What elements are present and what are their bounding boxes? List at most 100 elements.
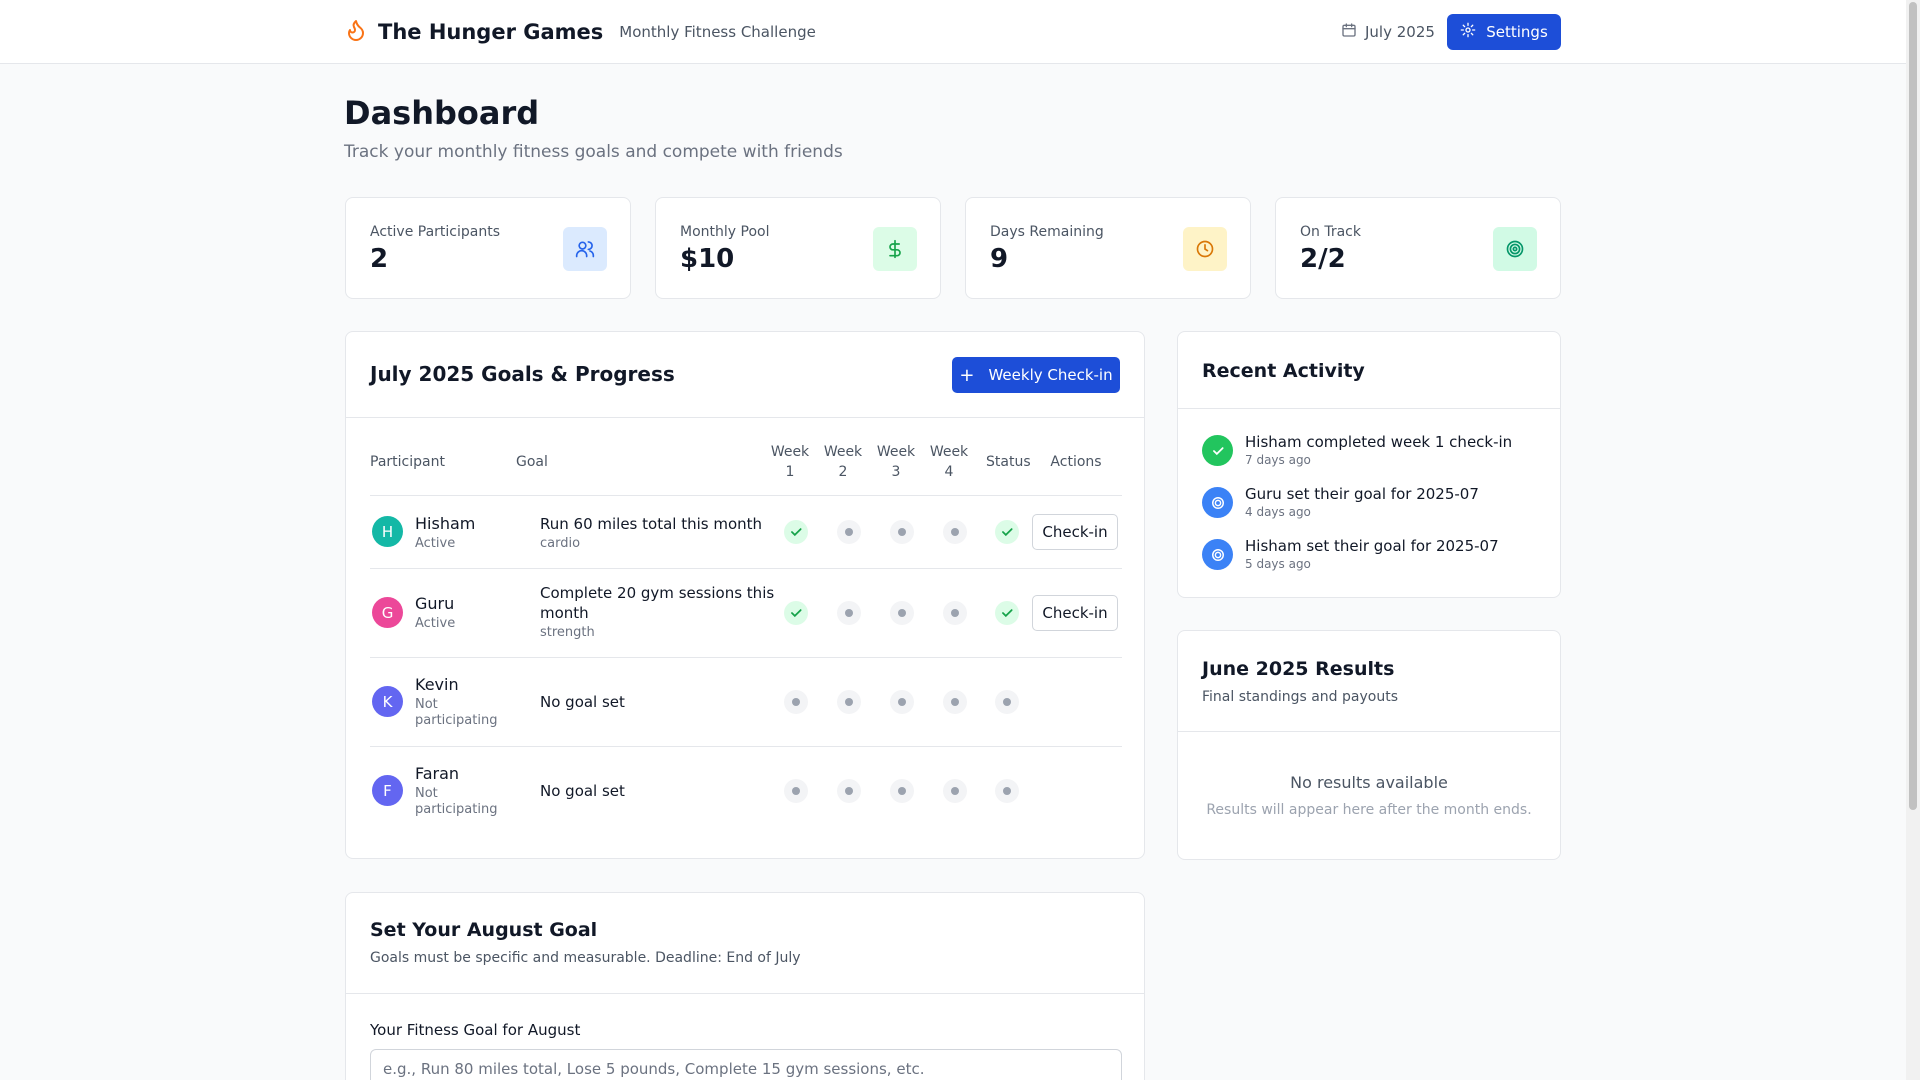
activity-text: Hisham completed week 1 check-in	[1245, 433, 1513, 451]
week-3-pending-icon	[890, 690, 914, 714]
participant-status: Not participating	[415, 786, 498, 817]
list-item: Hisham set their goal for 2025-07 5 days…	[1202, 537, 1542, 577]
week-1-check-icon	[784, 601, 808, 625]
avatar: G	[372, 597, 403, 628]
col-week-3: Week 3	[876, 444, 916, 480]
participant-name: Guru	[415, 594, 455, 613]
list-item: Guru set their goal for 2025-07 4 days a…	[1202, 485, 1542, 525]
activity-title: Recent Activity	[1202, 360, 1365, 382]
stat-label: Days Remaining	[990, 224, 1104, 240]
col-status: Status	[986, 454, 1031, 470]
participant-name: Kevin	[415, 675, 459, 694]
table-row: H Hisham Active Run 60 miles total this …	[370, 495, 1122, 568]
target-icon	[1202, 539, 1233, 570]
col-actions: Actions	[1050, 454, 1102, 470]
flame-icon	[344, 18, 368, 46]
table-row: F Faran Not participating No goal set	[370, 746, 1122, 835]
results-empty-subtitle: Results will appear here after the month…	[1206, 802, 1532, 818]
status-pending-icon	[995, 779, 1019, 803]
activity-divider	[1178, 408, 1560, 409]
weekly-checkin-label: Weekly Check-in	[988, 366, 1113, 384]
stat-label: Active Participants	[370, 224, 500, 240]
goal-text: No goal set	[540, 782, 625, 800]
checkin-button-guru[interactable]: Check-in	[1032, 595, 1118, 631]
scrollbar-thumb[interactable]	[1909, 2, 1917, 810]
week-2-pending-icon	[837, 779, 861, 803]
stat-value: 9	[990, 244, 1009, 274]
month-text: July 2025	[1365, 23, 1435, 41]
august-goal-input[interactable]	[370, 1049, 1122, 1080]
week-1-check-icon	[784, 520, 808, 544]
results-divider	[1178, 731, 1560, 732]
stat-value: 2/2	[1300, 244, 1346, 274]
brand: The Hunger Games Monthly Fitness Challen…	[344, 18, 816, 46]
dollar-icon	[873, 227, 917, 271]
check-icon	[1202, 435, 1233, 466]
page-title: Dashboard	[344, 94, 540, 132]
top-bar: The Hunger Games Monthly Fitness Challen…	[0, 0, 1906, 64]
stat-card-pool: Monthly Pool $10	[655, 197, 941, 299]
stat-label: On Track	[1300, 224, 1361, 240]
col-week-1: Week 1	[770, 444, 810, 480]
activity-text: Guru set their goal for 2025-07	[1245, 485, 1479, 503]
plus-icon: +	[959, 364, 975, 386]
users-icon	[563, 227, 607, 271]
week-4-pending-icon	[943, 779, 967, 803]
goals-progress-card: July 2025 Goals & Progress + Weekly Chec…	[345, 331, 1145, 859]
stat-card-days: Days Remaining 9	[965, 197, 1251, 299]
week-2-pending-icon	[837, 601, 861, 625]
results-card: June 2025 Results Final standings and pa…	[1177, 630, 1561, 860]
participant-name: Faran	[415, 764, 460, 783]
results-empty-title: No results available	[1290, 773, 1448, 792]
page-subtitle: Track your monthly fitness goals and com…	[344, 142, 843, 162]
results-subtitle: Final standings and payouts	[1202, 689, 1398, 705]
avatar: K	[372, 686, 403, 717]
settings-button[interactable]: Settings	[1447, 14, 1561, 50]
week-2-pending-icon	[837, 690, 861, 714]
goals-title: July 2025 Goals & Progress	[370, 362, 675, 386]
week-4-pending-icon	[943, 520, 967, 544]
week-4-pending-icon	[943, 690, 967, 714]
app-subtitle: Monthly Fitness Challenge	[619, 23, 816, 41]
week-2-pending-icon	[837, 520, 861, 544]
stat-value: $10	[680, 244, 735, 274]
participant-status: Active	[415, 536, 456, 551]
goal-text: Run 60 miles total this month	[540, 515, 763, 533]
participant-status: Not participating	[415, 697, 498, 728]
avatar: H	[372, 516, 403, 547]
page-scrollbar[interactable]	[1906, 0, 1920, 1080]
status-check-icon	[995, 520, 1019, 544]
stat-card-participants: Active Participants 2	[345, 197, 631, 299]
goal-field-label: Your Fitness Goal for August	[370, 1021, 581, 1039]
col-goal: Goal	[516, 454, 548, 470]
app-title: The Hunger Games	[378, 20, 604, 44]
checkin-button-hisham[interactable]: Check-in	[1032, 514, 1118, 550]
activity-text: Hisham set their goal for 2025-07	[1245, 537, 1499, 555]
august-goal-card: Set Your August Goal Goals must be speci…	[345, 892, 1145, 1080]
col-week-4: Week 4	[929, 444, 969, 480]
weekly-checkin-button[interactable]: + Weekly Check-in	[952, 357, 1120, 393]
goal-text: No goal set	[540, 693, 625, 711]
target-icon	[1493, 227, 1537, 271]
stat-card-on-track: On Track 2/2	[1275, 197, 1561, 299]
goal-category: strength	[540, 625, 595, 640]
list-item: Hisham completed week 1 check-in 7 days …	[1202, 433, 1542, 473]
clock-icon	[1183, 227, 1227, 271]
week-3-pending-icon	[890, 601, 914, 625]
week-3-pending-icon	[890, 779, 914, 803]
header-divider	[346, 417, 1144, 418]
stat-value: 2	[370, 244, 389, 274]
activity-time: 4 days ago	[1245, 505, 1311, 519]
week-1-pending-icon	[784, 779, 808, 803]
avatar: F	[372, 775, 403, 806]
calendar-icon	[1341, 22, 1365, 42]
stat-label: Monthly Pool	[680, 224, 770, 240]
august-divider	[346, 993, 1144, 994]
goal-category: cardio	[540, 536, 581, 551]
activity-time: 5 days ago	[1245, 557, 1311, 571]
results-title: June 2025 Results	[1202, 658, 1395, 680]
participant-name: Hisham	[415, 514, 476, 533]
participant-status: Active	[415, 616, 456, 631]
august-goal-subtitle: Goals must be specific and measurable. D…	[370, 950, 801, 966]
week-4-pending-icon	[943, 601, 967, 625]
